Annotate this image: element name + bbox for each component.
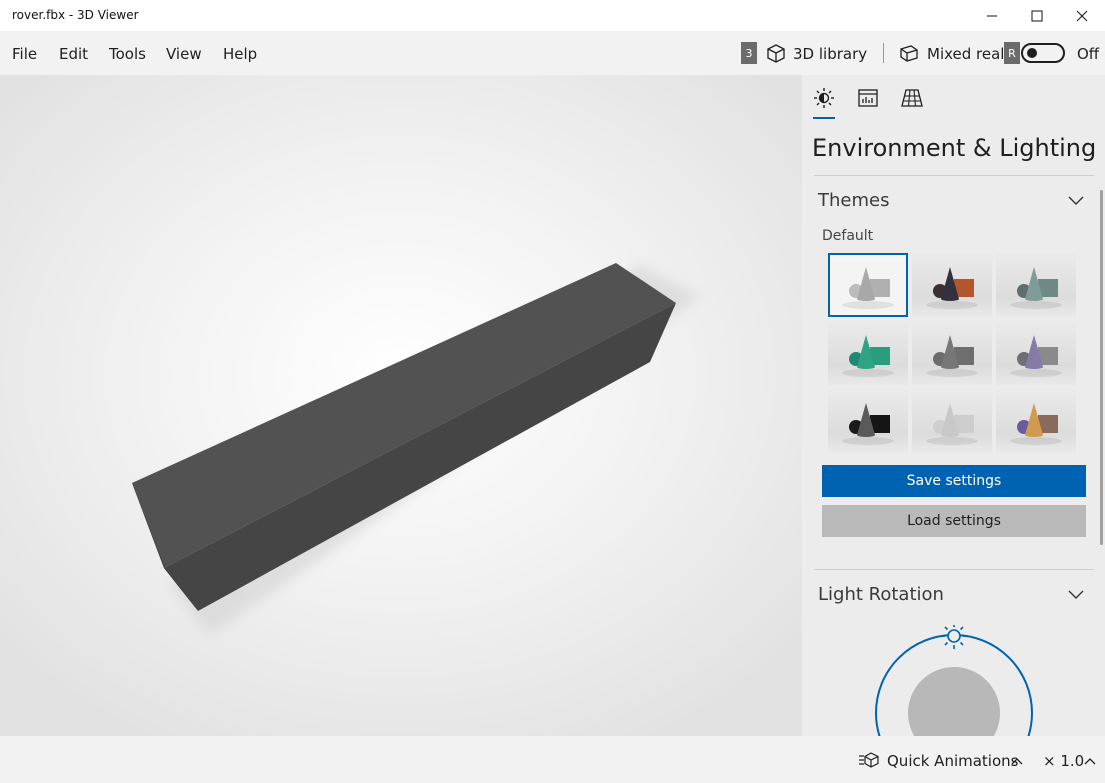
speed-chevron-up-icon[interactable] <box>1084 757 1096 765</box>
toggle-state-label: Off <box>1077 45 1100 63</box>
theme-tile[interactable] <box>996 321 1076 385</box>
theme-tile[interactable] <box>912 253 992 317</box>
theme-preview-icon <box>926 403 978 445</box>
mixed-reality-label: Mixed realit <box>927 45 1015 63</box>
theme-tile[interactable] <box>912 321 992 385</box>
theme-tile[interactable] <box>996 253 1076 317</box>
section-divider <box>814 569 1094 570</box>
box-top-face <box>132 263 676 568</box>
theme-tile[interactable] <box>912 389 992 453</box>
title-divider <box>814 175 1094 176</box>
toggle-knob <box>1027 48 1037 58</box>
menu-edit[interactable]: Edit <box>59 45 88 63</box>
theme-preview-icon <box>926 267 978 309</box>
mixed-reality-keytip: R <box>1004 42 1020 64</box>
themes-chevron-down-icon[interactable] <box>1068 195 1084 205</box>
sun-icon <box>814 88 834 108</box>
theme-preview-icon <box>842 267 894 309</box>
menu-file[interactable]: File <box>12 45 37 63</box>
quick-animations-icon <box>859 752 879 768</box>
maximize-icon <box>1031 10 1043 21</box>
close-button[interactable] <box>1059 0 1105 31</box>
window-title: rover.fbx - 3D Viewer <box>12 8 139 22</box>
stats-chart-icon <box>858 89 878 107</box>
mixed-reality-toggle[interactable] <box>1021 43 1065 63</box>
menu-help[interactable]: Help <box>223 45 257 63</box>
3d-viewport[interactable] <box>0 75 802 736</box>
menu-tools[interactable]: Tools <box>109 45 146 63</box>
themes-heading[interactable]: Themes <box>818 190 889 211</box>
animation-speed-button[interactable]: × 1.0 <box>1043 752 1084 770</box>
current-theme-label: Default <box>822 228 874 244</box>
minimize-icon <box>987 15 997 16</box>
load-settings-button[interactable]: Load settings <box>822 505 1086 537</box>
maximize-button[interactable] <box>1014 0 1060 31</box>
tab-stats-shading[interactable] <box>854 87 882 121</box>
theme-preview-icon <box>1010 267 1062 309</box>
theme-preview-icon <box>842 403 894 445</box>
properties-panel: Environment & Lighting Themes Default Sa… <box>802 75 1105 736</box>
quick-animations-chevron-up-icon[interactable] <box>1011 757 1023 765</box>
minimize-button[interactable] <box>969 0 1015 31</box>
quick-animations-button[interactable]: Quick Animations <box>887 752 1018 770</box>
mixed-reality-icon <box>900 45 918 62</box>
menu-view[interactable]: View <box>166 45 202 63</box>
theme-preview-icon <box>926 335 978 377</box>
theme-tile[interactable] <box>828 389 908 453</box>
tab-environment-lighting[interactable] <box>810 87 838 121</box>
panel-scrollbar[interactable] <box>1100 190 1103 545</box>
status-bar: Quick Animations × 1.0 <box>0 736 1105 783</box>
light-rotation-heading[interactable]: Light Rotation <box>818 584 944 605</box>
light-rotation-dial[interactable] <box>872 625 1042 736</box>
light-rotation-chevron-down-icon[interactable] <box>1068 589 1084 599</box>
toolbar-divider <box>883 43 884 63</box>
theme-tile[interactable] <box>828 321 908 385</box>
model-canvas[interactable] <box>0 75 802 736</box>
save-settings-button[interactable]: Save settings <box>822 465 1086 497</box>
3d-library-button[interactable]: 3D library <box>793 45 867 63</box>
tab-grid-views[interactable] <box>898 87 926 121</box>
theme-preview-icon <box>1010 403 1062 445</box>
library-keytip: 3 <box>741 42 757 64</box>
theme-preview-icon <box>1010 335 1062 377</box>
cube-icon <box>767 44 785 63</box>
panel-title: Environment & Lighting <box>812 134 1097 162</box>
menu-bar: File Edit Tools View Help 3 3D library M… <box>0 31 1105 75</box>
active-tab-indicator <box>813 117 835 119</box>
theme-preview-icon <box>842 335 894 377</box>
light-sun-icon <box>941 625 967 649</box>
theme-tile[interactable] <box>828 253 908 317</box>
theme-tile[interactable] <box>996 389 1076 453</box>
grid-icon <box>901 89 923 107</box>
title-bar: rover.fbx - 3D Viewer <box>0 0 1105 31</box>
close-icon <box>1076 10 1088 21</box>
